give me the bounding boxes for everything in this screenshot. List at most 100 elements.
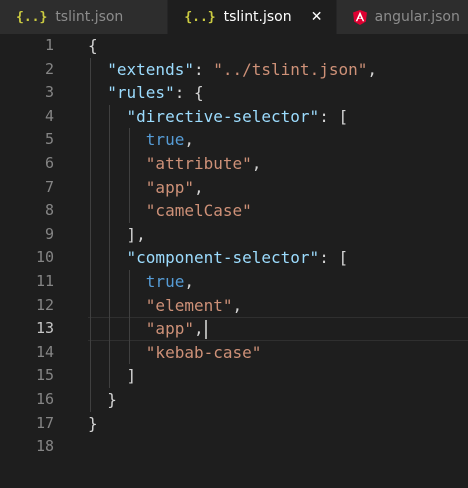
- line-number: 11: [35, 271, 54, 290]
- code-line[interactable]: 6 "attribute",: [0, 151, 468, 176]
- line-number: 5: [44, 130, 54, 149]
- code-text: "extends": "../tslint.json",: [88, 58, 377, 82]
- line-number: 18: [35, 437, 54, 456]
- punctuation-token: ,: [193, 319, 204, 339]
- punctuation-token: ,: [193, 177, 204, 197]
- code-text: {: [88, 34, 98, 58]
- line-number: 13: [35, 319, 54, 338]
- angular-icon: [352, 9, 367, 25]
- code-text: ],: [88, 223, 146, 247]
- json-string-token: "app": [145, 177, 194, 197]
- punctuation-token: [88, 107, 127, 126]
- code-text: "camelCase": [88, 199, 252, 223]
- tab-label: tslint.json: [55, 9, 124, 25]
- punctuation-token: ,: [232, 295, 243, 315]
- json-string-token: "attribute": [145, 153, 252, 173]
- code-line[interactable]: 15 ]: [0, 364, 468, 388]
- code-text: }: [88, 388, 117, 412]
- code-line[interactable]: 3 "rules": {: [0, 81, 468, 105]
- code-text: "directive-selector": [: [88, 105, 349, 129]
- punctuation-token: : [: [319, 248, 349, 268]
- punctuation-token: ,: [367, 59, 377, 79]
- punctuation-token: ,: [184, 130, 194, 150]
- punctuation-token: [88, 60, 107, 79]
- tab-label: angular.json: [374, 9, 460, 25]
- line-number: 4: [44, 106, 54, 125]
- line-number: 7: [44, 177, 54, 196]
- punctuation-token: [88, 130, 146, 149]
- punctuation-token: ],: [88, 224, 146, 244]
- punctuation-token: ,: [251, 153, 262, 173]
- punctuation-token: [88, 296, 146, 315]
- code-line[interactable]: 14 "kebab-case": [0, 340, 468, 365]
- punctuation-token: [88, 319, 146, 338]
- tab-label: tslint.json: [223, 9, 292, 25]
- code-line[interactable]: 13 "app",: [0, 317, 468, 341]
- json-string-token: "kebab-case": [145, 342, 262, 362]
- punctuation-token: [88, 272, 146, 291]
- code-text: "app",: [88, 317, 207, 341]
- json-string-token: "app": [145, 319, 194, 339]
- text-cursor: [204, 320, 207, 340]
- close-icon[interactable]: ✕: [310, 9, 324, 25]
- json-key-token: "rules": [107, 83, 175, 103]
- json-key-token: "extends": [107, 59, 194, 79]
- code-text: }: [88, 412, 98, 436]
- punctuation-token: [88, 154, 146, 173]
- code-line[interactable]: 9 ],: [0, 222, 468, 247]
- tab-angular-json[interactable]: angular.json: [336, 0, 468, 34]
- json-braces-icon: {..}: [16, 9, 48, 25]
- code-text: "component-selector": [: [88, 246, 349, 270]
- line-number: 2: [44, 59, 54, 78]
- line-number: 9: [44, 224, 54, 243]
- code-line[interactable]: 17}: [0, 412, 468, 436]
- json-string-token: "../tslint.json": [213, 59, 368, 79]
- code-line[interactable]: 5 true,: [0, 128, 468, 152]
- code-text: "element",: [88, 294, 242, 318]
- punctuation-token: [88, 248, 127, 267]
- code-text: "rules": {: [88, 81, 204, 105]
- line-number: 16: [35, 389, 54, 408]
- line-number: 6: [44, 153, 54, 172]
- code-line[interactable]: 11 true,: [0, 269, 468, 294]
- punctuation-token: {: [88, 36, 98, 55]
- json-braces-icon: {..}: [184, 9, 216, 25]
- code-line[interactable]: 10 "component-selector": [: [0, 246, 468, 270]
- code-line[interactable]: 1{: [0, 34, 468, 58]
- json-string-token: "element": [145, 295, 233, 315]
- json-boolean-token: true: [145, 130, 185, 150]
- code-editor[interactable]: 1{2 "extends": "../tslint.json", 3 "rules…: [0, 34, 468, 488]
- punctuation-token: }: [88, 413, 98, 433]
- code-text: "app",: [88, 176, 204, 200]
- line-number: 8: [44, 201, 54, 220]
- line-number: 14: [35, 342, 54, 361]
- tab-tslint-json-1[interactable]: {..} tslint.json: [0, 0, 169, 34]
- code-line[interactable]: 16 }: [0, 387, 468, 412]
- code-line[interactable]: 4 "directive-selector": [: [0, 104, 468, 129]
- json-key-token: "component-selector": [126, 248, 320, 268]
- punctuation-token: : [: [319, 106, 349, 126]
- code-line[interactable]: 7 "app",: [0, 175, 468, 200]
- code-line[interactable]: 2 "extends": "../tslint.json",: [0, 57, 468, 82]
- punctuation-token: ]: [88, 366, 137, 386]
- line-number: 15: [35, 366, 54, 385]
- code-line[interactable]: 18: [0, 435, 468, 459]
- punctuation-token: [88, 201, 146, 220]
- punctuation-token: [88, 83, 107, 102]
- line-number: 17: [35, 413, 54, 432]
- json-key-token: "directive-selector": [126, 106, 320, 126]
- tab-tslint-json-2[interactable]: {..} tslint.json ✕: [168, 0, 337, 34]
- line-number: 1: [44, 36, 54, 54]
- code-text: "kebab-case": [88, 341, 262, 365]
- punctuation-token: [88, 343, 146, 362]
- punctuation-token: [88, 178, 146, 197]
- punctuation-token: ,: [184, 271, 194, 291]
- punctuation-token: : {: [174, 83, 204, 103]
- code-text: "attribute",: [88, 152, 262, 176]
- code-text: true,: [88, 270, 194, 294]
- json-boolean-token: true: [145, 271, 185, 291]
- line-number: 12: [35, 295, 54, 314]
- line-number: 10: [35, 248, 54, 267]
- code-line[interactable]: 8 "camelCase": [0, 199, 468, 223]
- code-line[interactable]: 12 "element",: [0, 293, 468, 318]
